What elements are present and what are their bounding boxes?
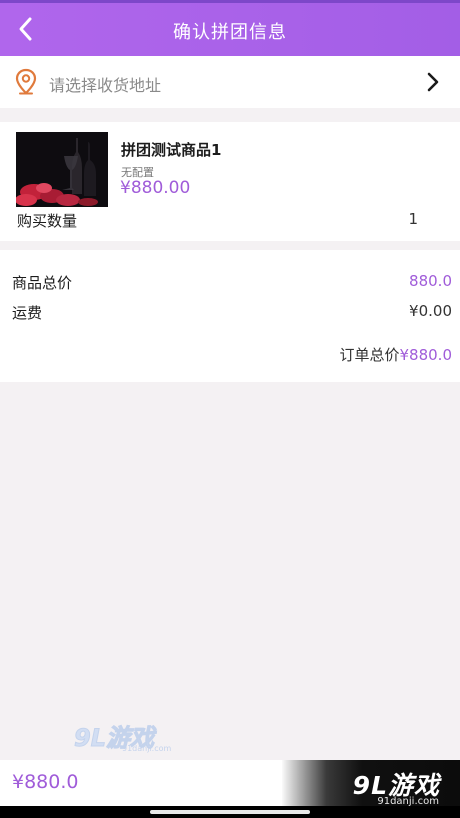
product-thumbnail[interactable] [16, 132, 108, 207]
order-total: 订单总价¥880.0 [339, 344, 452, 365]
watermark-logo: 9L游戏 91danji.com [74, 718, 174, 756]
top-bar: 确认拼团信息 [0, 0, 460, 56]
shipping-label: 运费 [12, 304, 43, 322]
product-card: 拼团测试商品1 无配置 ¥880.00 购买数量 1 [0, 122, 460, 241]
product-name: 拼团测试商品1 [121, 141, 222, 159]
quantity-value[interactable]: 1 [408, 210, 418, 228]
product-price: ¥880.00 [120, 178, 191, 198]
location-pin-icon [15, 68, 37, 95]
home-indicator[interactable] [150, 810, 310, 814]
price-summary: 商品总价 880.0 运费 ¥0.00 订单总价¥880.0 [0, 250, 460, 382]
chevron-right-icon [427, 72, 439, 92]
bottom-bar: ¥880.0 9L游戏 91danji.com [0, 760, 460, 807]
home-indicator-area [0, 806, 460, 818]
watermark-url: 91danji.com [122, 744, 172, 753]
bottom-total-price: ¥880.0 [12, 771, 79, 793]
wine-roses-image [16, 132, 108, 207]
page-title: 确认拼团信息 [173, 22, 287, 43]
submit-order-button[interactable]: 9L游戏 91danji.com [282, 760, 460, 807]
order-total-value: ¥880.0 [399, 346, 453, 364]
shipping-value: ¥0.00 [409, 302, 452, 320]
quantity-label: 购买数量 [17, 212, 78, 230]
address-selector[interactable]: 请选择收货地址 [0, 56, 460, 108]
order-total-label: 订单总价 [339, 346, 400, 364]
address-placeholder: 请选择收货地址 [49, 76, 162, 95]
goods-total-value: 880.0 [409, 272, 452, 290]
goods-total-label: 商品总价 [12, 274, 73, 292]
